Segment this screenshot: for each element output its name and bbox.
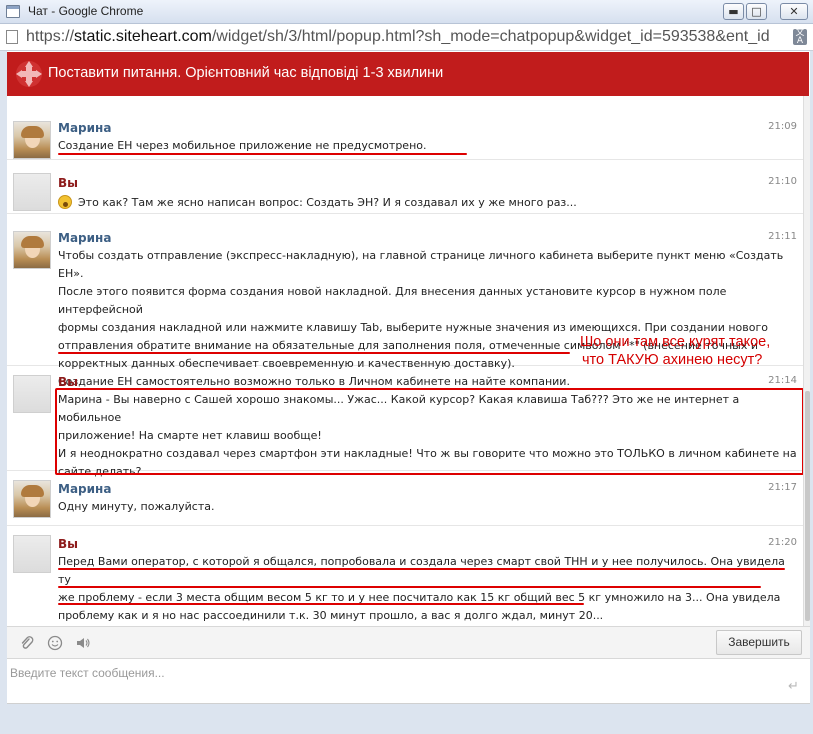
message-time: 21:17 (768, 482, 797, 493)
message-item: Вы 21:20 Перед Вами оператор, с которой … (7, 527, 803, 626)
enter-send-icon[interactable]: ↵ (788, 680, 800, 693)
attach-icon[interactable] (19, 635, 35, 651)
annotation-note-line: Шо они там все курят такое, (580, 334, 771, 350)
message-author: Марина (58, 231, 112, 245)
translate-icon[interactable]: 文A (793, 29, 807, 46)
user-avatar (13, 535, 51, 573)
annotation-note-line: что ТАКУЮ ахинею несут? (582, 352, 763, 368)
surprised-emoji-icon (58, 195, 72, 209)
smiley-icon[interactable] (47, 635, 63, 651)
message-input[interactable] (7, 659, 787, 703)
message-composer: ↵ (7, 658, 810, 704)
message-item: Марина 21:17 Одну минуту, пожалуйста. (7, 472, 803, 526)
page-icon (6, 30, 18, 44)
user-avatar (13, 375, 51, 413)
message-time: 21:09 (768, 121, 797, 132)
message-author: Марина (58, 482, 112, 496)
message-author: Вы (58, 375, 78, 389)
annotation-underline (58, 603, 584, 605)
message-line-text: Это как? Там же ясно написан вопрос: Соз… (78, 196, 577, 209)
url-text[interactable]: https://static.siteheart.com/widget/sh/3… (26, 28, 788, 46)
message-time: 21:10 (768, 176, 797, 187)
operator-avatar (13, 480, 51, 518)
operator-avatar (13, 121, 51, 159)
message-line: проблему как и я но нас рассоединили т.к… (58, 609, 604, 622)
annotation-note: Шо они там все курят такое, что ТАКУЮ ах… (580, 333, 770, 369)
annotation-underline (58, 586, 761, 588)
message-author: Вы (58, 537, 78, 551)
close-button[interactable]: ✕ (780, 3, 808, 20)
minimize-button[interactable]: ▬ (723, 3, 744, 20)
message-text: Одну минуту, пожалуйста. (58, 498, 798, 516)
address-bar[interactable]: https://static.siteheart.com/widget/sh/3… (0, 24, 813, 51)
message-scrollbar[interactable] (803, 96, 810, 626)
user-avatar (13, 173, 51, 211)
operator-avatar (13, 231, 51, 269)
message-time: 21:14 (768, 375, 797, 386)
chat-header-title: Поставити питання. Орієнтовний час відпо… (48, 65, 444, 81)
finish-chat-button[interactable]: Завершить (716, 630, 802, 655)
scrollbar-thumb[interactable] (805, 391, 810, 621)
message-text: Это как? Там же ясно написан вопрос: Соз… (58, 194, 798, 212)
window-frame-left (0, 51, 7, 704)
annotation-box (55, 388, 803, 475)
message-line: После этого появится форма создания ново… (58, 285, 727, 316)
message-author: Марина (58, 121, 112, 135)
message-line: Это как? Там же ясно написан вопрос: Соз… (58, 194, 798, 212)
window-titlebar: Чат - Google Chrome ▬ □ ✕ (0, 0, 813, 24)
message-line: Одну минуту, пожалуйста. (58, 500, 215, 513)
sound-icon[interactable] (75, 635, 91, 651)
message-text: Перед Вами оператор, с которой я общался… (58, 553, 798, 625)
maximize-button[interactable]: □ (746, 3, 767, 20)
annotation-underline (58, 568, 785, 570)
annotation-underline (58, 153, 467, 155)
message-time: 21:20 (768, 537, 797, 548)
message-time: 21:11 (768, 231, 797, 242)
url-scheme: https:// (26, 28, 75, 45)
window-title: Чат - Google Chrome (28, 4, 144, 18)
move-icon[interactable] (13, 58, 45, 90)
message-line: Чтобы создать отправление (экспресс-накл… (58, 249, 784, 280)
window-frame-bottom (0, 704, 813, 734)
message-item: Вы 21:10 Это как? Там же ясно написан во… (7, 161, 803, 214)
url-host: static.siteheart.com (74, 28, 212, 45)
message-line: Перед Вами оператор, с которой я общался… (58, 555, 785, 586)
message-author: Вы (58, 176, 78, 190)
chat-toolbar: Завершить (7, 626, 810, 658)
annotation-underline (58, 352, 570, 354)
url-path: /widget/sh/3/html/popup.html?sh_mode=cha… (211, 28, 770, 45)
window-app-icon (6, 5, 20, 18)
chat-header: Поставити питання. Орієнтовний час відпо… (7, 52, 809, 96)
